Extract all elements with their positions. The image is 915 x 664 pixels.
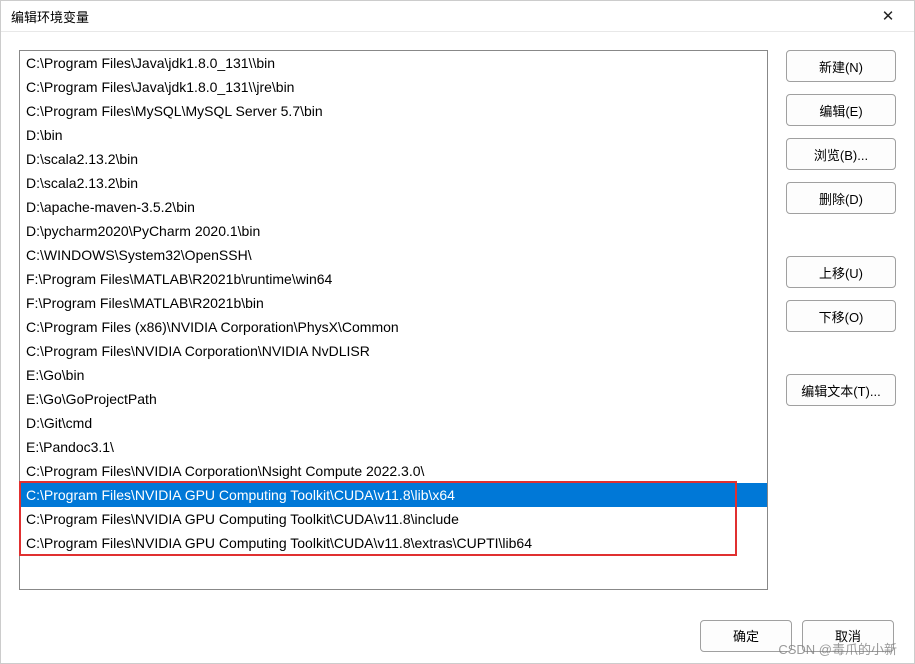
button-sidebar: 新建(N) 编辑(E) 浏览(B)... 删除(D) 上移(U) 下移(O) 编… (786, 50, 896, 590)
list-item[interactable]: C:\Program Files\NVIDIA GPU Computing To… (20, 507, 767, 531)
list-item[interactable]: C:\Program Files\Java\jdk1.8.0_131\\bin (20, 51, 767, 75)
listbox-container: C:\Program Files\Java\jdk1.8.0_131\\binC… (19, 50, 768, 590)
browse-button[interactable]: 浏览(B)... (786, 138, 896, 170)
list-item[interactable]: C:\Program Files (x86)\NVIDIA Corporatio… (20, 315, 767, 339)
list-item[interactable]: D:\scala2.13.2\bin (20, 147, 767, 171)
dialog-footer: 确定 取消 (1, 608, 914, 663)
new-button[interactable]: 新建(N) (786, 50, 896, 82)
list-item[interactable]: C:\WINDOWS\System32\OpenSSH\ (20, 243, 767, 267)
list-item[interactable]: C:\Program Files\Java\jdk1.8.0_131\\jre\… (20, 75, 767, 99)
delete-button[interactable]: 删除(D) (786, 182, 896, 214)
list-item[interactable]: C:\Program Files\NVIDIA GPU Computing To… (20, 483, 767, 507)
ok-button[interactable]: 确定 (700, 620, 792, 652)
list-item[interactable]: D:\Git\cmd (20, 411, 767, 435)
edit-text-button[interactable]: 编辑文本(T)... (786, 374, 896, 406)
list-item[interactable]: E:\Go\bin (20, 363, 767, 387)
window-title: 编辑环境变量 (11, 7, 89, 26)
list-item[interactable]: C:\Program Files\NVIDIA Corporation\NVID… (20, 339, 767, 363)
edit-button[interactable]: 编辑(E) (786, 94, 896, 126)
list-item[interactable]: D:\apache-maven-3.5.2\bin (20, 195, 767, 219)
close-icon[interactable]: ✕ (868, 3, 908, 29)
list-item[interactable]: D:\scala2.13.2\bin (20, 171, 767, 195)
list-item[interactable]: C:\Program Files\NVIDIA GPU Computing To… (20, 531, 767, 555)
list-item[interactable]: C:\Program Files\NVIDIA Corporation\Nsig… (20, 459, 767, 483)
move-up-button[interactable]: 上移(U) (786, 256, 896, 288)
list-item[interactable]: D:\bin (20, 123, 767, 147)
cancel-button[interactable]: 取消 (802, 620, 894, 652)
path-listbox[interactable]: C:\Program Files\Java\jdk1.8.0_131\\binC… (19, 50, 768, 590)
move-down-button[interactable]: 下移(O) (786, 300, 896, 332)
list-item[interactable]: E:\Pandoc3.1\ (20, 435, 767, 459)
env-var-editor-dialog: 编辑环境变量 ✕ C:\Program Files\Java\jdk1.8.0_… (0, 0, 915, 664)
list-item[interactable]: C:\Program Files\MySQL\MySQL Server 5.7\… (20, 99, 767, 123)
content-area: C:\Program Files\Java\jdk1.8.0_131\\binC… (1, 32, 914, 608)
list-item[interactable]: F:\Program Files\MATLAB\R2021b\runtime\w… (20, 267, 767, 291)
titlebar: 编辑环境变量 ✕ (1, 1, 914, 32)
list-item[interactable]: D:\pycharm2020\PyCharm 2020.1\bin (20, 219, 767, 243)
list-item[interactable]: E:\Go\GoProjectPath (20, 387, 767, 411)
list-item[interactable]: F:\Program Files\MATLAB\R2021b\bin (20, 291, 767, 315)
